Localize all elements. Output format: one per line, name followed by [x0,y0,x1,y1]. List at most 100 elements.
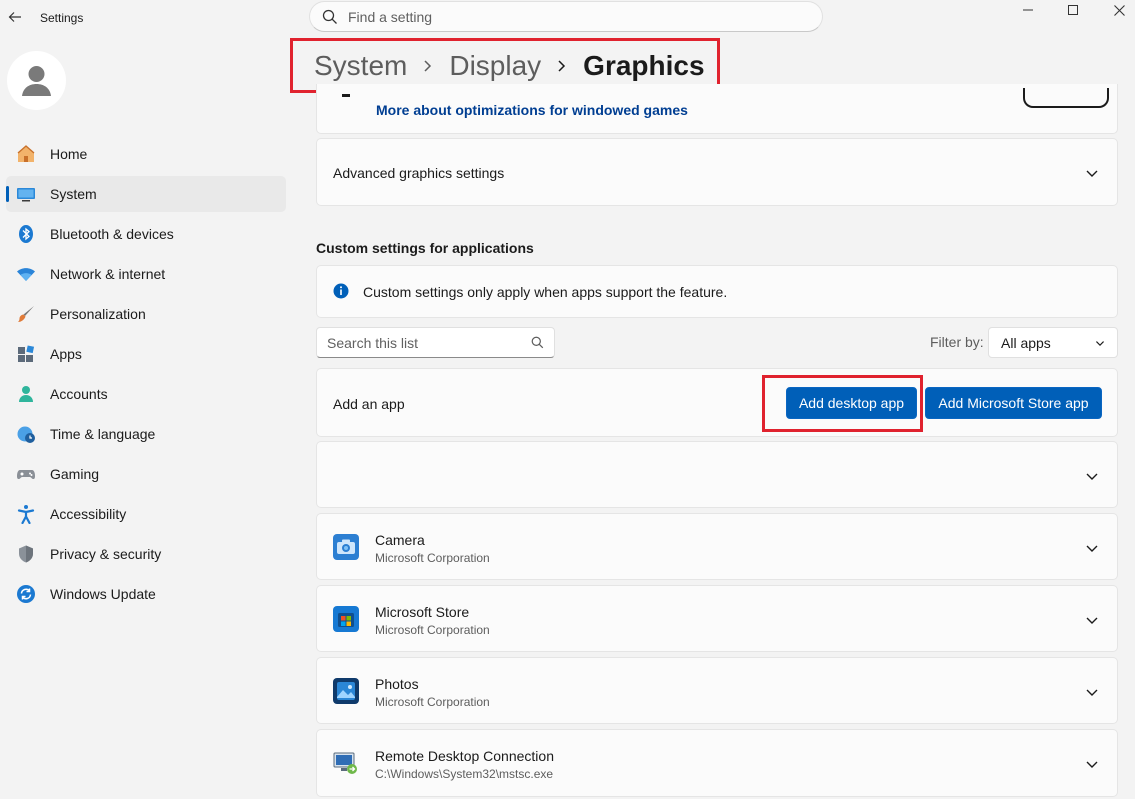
add-store-app-button[interactable]: Add Microsoft Store app [925,387,1102,419]
close-icon [1113,4,1125,16]
user-avatar[interactable] [7,51,66,110]
photos-icon [333,678,359,704]
chevron-right-icon [423,59,433,73]
sidebar-item-label: Personalization [50,306,146,322]
minimize-button[interactable] [1005,0,1051,20]
toggle-switch[interactable] [1023,88,1109,108]
info-card: Custom settings only apply when apps sup… [316,265,1118,318]
sidebar-item-accessibility[interactable]: Accessibility [6,496,286,532]
app-entry-microsoft-store[interactable]: Microsoft Store Microsoft Corporation [316,585,1118,652]
gamepad-icon [16,464,36,484]
advanced-graphics-card[interactable]: Advanced graphics settings [316,138,1118,206]
sidebar-item-label: Accessibility [50,506,127,522]
search-icon [531,336,544,349]
card-icon-remnant [342,94,350,97]
add-app-label: Add an app [333,396,405,412]
sidebar-item-label: Home [50,146,88,162]
find-setting-input[interactable]: Find a setting [309,1,823,32]
advanced-graphics-label: Advanced graphics settings [333,165,505,181]
sidebar-item-bluetooth[interactable]: Bluetooth & devices [6,216,286,252]
sidebar-item-privacy-security[interactable]: Privacy & security [6,536,286,572]
remote-desktop-icon [333,752,357,774]
user-avatar-icon [22,66,51,96]
windowed-games-card: More about optimizations for windowed ga… [316,84,1118,134]
sidebar-item-label: Time & language [50,426,156,442]
minimize-icon [1023,9,1033,11]
find-setting-placeholder: Find a setting [348,8,433,25]
info-icon [333,283,349,299]
home-icon [16,144,36,164]
back-button[interactable] [4,6,26,28]
accounts-icon [16,384,36,404]
breadcrumb-graphics: Graphics [583,50,705,81]
app-publisher: Microsoft Corporation [375,551,490,565]
sidebar-item-time-language[interactable]: Time & language [6,416,286,452]
wifi-icon [16,264,36,284]
store-icon [333,606,359,632]
breadcrumb-display[interactable]: Display [449,50,541,82]
custom-settings-heading: Custom settings for applications [316,240,534,256]
sidebar-item-windows-update[interactable]: Windows Update [6,576,286,612]
search-list-placeholder: Search this list [327,334,419,351]
app-entry-camera[interactable]: Camera Microsoft Corporation [316,513,1118,580]
app-entry-remote-desktop[interactable]: Remote Desktop Connection C:\Windows\Sys… [316,729,1118,797]
chevron-down-icon [1086,617,1098,624]
brush-icon [16,304,36,324]
globe-clock-icon [16,424,36,444]
sidebar-item-network[interactable]: Network & internet [6,256,286,292]
app-publisher: C:\Windows\System32\mstsc.exe [375,767,554,781]
app-name: Photos [375,676,419,692]
app-name: Remote Desktop Connection [375,748,554,764]
sidebar-item-system[interactable]: System [6,176,286,212]
sidebar-item-accounts[interactable]: Accounts [6,376,286,412]
camera-icon [333,534,359,560]
filter-label: Filter by: [930,334,984,350]
search-list-input[interactable]: Search this list [316,327,555,358]
sidebar-item-label: Windows Update [50,586,156,602]
search-icon [322,9,337,24]
add-desktop-highlight-box [762,375,923,432]
chevron-down-icon [1086,170,1098,177]
windowed-games-link[interactable]: More about optimizations for windowed ga… [376,102,688,118]
sidebar-item-label: Bluetooth & devices [50,226,174,242]
filter-dropdown[interactable]: All apps [988,327,1118,358]
app-entry-photos[interactable]: Photos Microsoft Corporation [316,657,1118,724]
chevron-down-icon [1086,689,1098,696]
app-name: Microsoft Store [375,604,470,620]
sidebar-item-label: Accounts [50,386,108,402]
chevron-down-icon [1086,473,1098,480]
chevron-right-icon [557,59,567,73]
chevron-down-icon [1096,340,1104,346]
maximize-icon [1068,5,1078,15]
sidebar-item-apps[interactable]: Apps [6,336,286,372]
chevron-down-icon [1086,545,1098,552]
app-title: Settings [40,11,84,25]
app-name: Camera [375,532,425,548]
sidebar-item-label: Gaming [50,466,100,482]
sidebar-item-gaming[interactable]: Gaming [6,456,286,492]
sidebar-item-personalization[interactable]: Personalization [6,296,286,332]
sidebar-item-label: Apps [50,346,82,362]
filter-value: All apps [1001,334,1051,351]
sidebar-nav: Home System Bluetooth & devices Network … [6,136,286,616]
back-arrow-icon [8,12,21,22]
empty-app-entry[interactable] [316,441,1118,508]
sidebar-item-home[interactable]: Home [6,136,286,172]
close-button[interactable] [1096,0,1135,20]
system-icon [16,184,36,204]
bluetooth-icon [16,224,36,244]
app-publisher: Microsoft Corporation [375,623,490,637]
info-text: Custom settings only apply when apps sup… [363,284,728,300]
chevron-down-icon [1086,761,1098,768]
sidebar-item-label: Privacy & security [50,546,162,562]
breadcrumb: System Display Graphics [314,50,705,82]
app-publisher: Microsoft Corporation [375,695,490,709]
apps-icon [16,344,36,364]
breadcrumb-system[interactable]: System [314,50,407,82]
maximize-button[interactable] [1050,0,1096,20]
update-icon [16,584,36,604]
shield-icon [16,544,36,564]
accessibility-icon [16,504,36,524]
add-app-card: Add an app Add desktop app Add Microsoft… [316,368,1118,437]
sidebar-item-label: System [50,186,97,202]
